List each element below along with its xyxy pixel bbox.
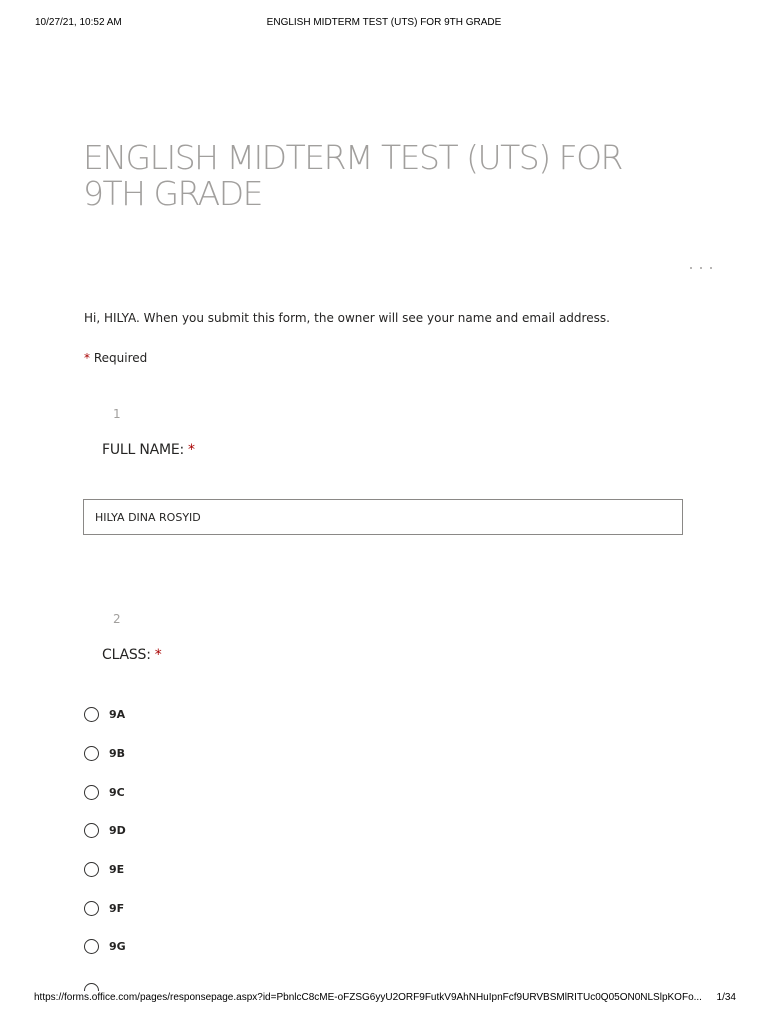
required-asterisk: * xyxy=(84,351,90,365)
class-option-9e[interactable]: 9E xyxy=(84,860,124,878)
option-label: 9G xyxy=(109,939,126,953)
radio-button[interactable] xyxy=(84,784,99,800)
radio-button[interactable] xyxy=(84,822,99,838)
question-title-text: FULL NAME: xyxy=(102,442,185,458)
class-option-9d[interactable]: 9D xyxy=(84,821,126,839)
class-option-9g[interactable]: 9G xyxy=(84,937,126,955)
option-label: 9A xyxy=(109,707,126,721)
class-option-9a[interactable]: 9A xyxy=(84,705,125,723)
full-name-input[interactable]: HILYA DINA ROSYID xyxy=(83,499,683,535)
class-option-9b[interactable]: 9B xyxy=(84,744,125,762)
more-horizontal-icon[interactable] xyxy=(690,261,712,275)
question-title-full-name: FULL NAME: * xyxy=(102,442,195,458)
class-option-9f[interactable]: 9F xyxy=(84,899,124,917)
radio-button xyxy=(84,983,99,991)
question-title-text: CLASS: xyxy=(102,647,151,663)
required-asterisk: * xyxy=(188,442,195,458)
option-label: 9F xyxy=(109,901,125,915)
option-label: 9D xyxy=(109,823,126,837)
submission-notice: Hi, HILYA. When you submit this form, th… xyxy=(84,311,610,325)
print-header: 10/27/21, 10:52 AM ENGLISH MIDTERM TEST … xyxy=(0,17,768,31)
option-label: 9B xyxy=(109,746,126,760)
radio-button-partial xyxy=(84,983,99,991)
question-number: 2 xyxy=(113,612,121,626)
print-url: https://forms.office.com/pages/responsep… xyxy=(34,992,702,1003)
radio-button[interactable] xyxy=(84,938,99,954)
radio-button[interactable] xyxy=(84,900,99,916)
required-label: Required xyxy=(93,351,148,365)
form-title: ENGLISH MIDTERM TEST (UTS) FOR 9TH GRADE xyxy=(83,138,623,213)
question-number: 1 xyxy=(113,407,121,421)
page-number: 1/34 xyxy=(716,992,736,1003)
print-footer: https://forms.office.com/pages/responsep… xyxy=(0,992,768,1006)
required-legend: * Required xyxy=(84,351,147,365)
radio-button[interactable] xyxy=(84,745,99,761)
print-title: ENGLISH MIDTERM TEST (UTS) FOR 9TH GRADE xyxy=(266,17,502,28)
option-label: 9C xyxy=(109,785,125,799)
radio-button[interactable] xyxy=(84,706,99,722)
radio-button[interactable] xyxy=(84,861,99,877)
question-title-class: CLASS: * xyxy=(102,647,162,663)
class-option-9c[interactable]: 9C xyxy=(84,783,125,801)
required-asterisk: * xyxy=(154,647,162,663)
option-label: 9E xyxy=(109,862,125,876)
